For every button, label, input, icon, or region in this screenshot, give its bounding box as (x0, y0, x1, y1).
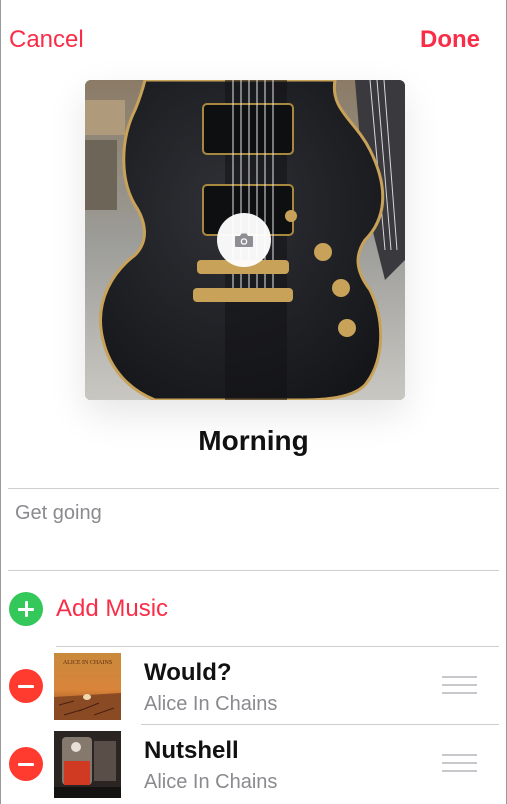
track-row: Nutshell Alice In Chains (1, 726, 506, 802)
track-artist: Alice In Chains (144, 693, 278, 715)
playlist-description-field[interactable]: Get going (15, 502, 102, 525)
track-artist: Alice In Chains (144, 771, 278, 793)
divider (8, 488, 499, 489)
track-title: Would? (144, 659, 232, 686)
plus-icon (9, 592, 43, 626)
cancel-button[interactable]: Cancel (9, 26, 84, 54)
svg-text:ALICE IN CHAINS: ALICE IN CHAINS (63, 660, 112, 666)
divider (56, 646, 499, 647)
album-art-jar-of-flies (54, 731, 121, 798)
track-title: Nutshell (144, 737, 239, 764)
edit-playlist-screen: Cancel Done Morning Get going Add Music … (0, 0, 507, 804)
add-music-button[interactable]: Add Music (9, 592, 168, 626)
change-photo-button[interactable] (217, 213, 271, 267)
add-music-label: Add Music (56, 595, 169, 622)
remove-track-icon[interactable] (9, 669, 43, 703)
divider (8, 570, 499, 571)
remove-track-icon[interactable] (9, 747, 43, 781)
track-row: ALICE IN CHAINS Would? Alice In Chains (1, 648, 506, 724)
album-art-dirt: ALICE IN CHAINS (54, 653, 121, 720)
playlist-title[interactable]: Morning (1, 425, 506, 457)
reorder-handle-icon[interactable] (442, 676, 477, 696)
done-button[interactable]: Done (420, 26, 480, 54)
divider (141, 724, 499, 725)
camera-icon (235, 233, 253, 247)
reorder-handle-icon[interactable] (442, 754, 477, 774)
playlist-artwork[interactable] (85, 80, 405, 400)
